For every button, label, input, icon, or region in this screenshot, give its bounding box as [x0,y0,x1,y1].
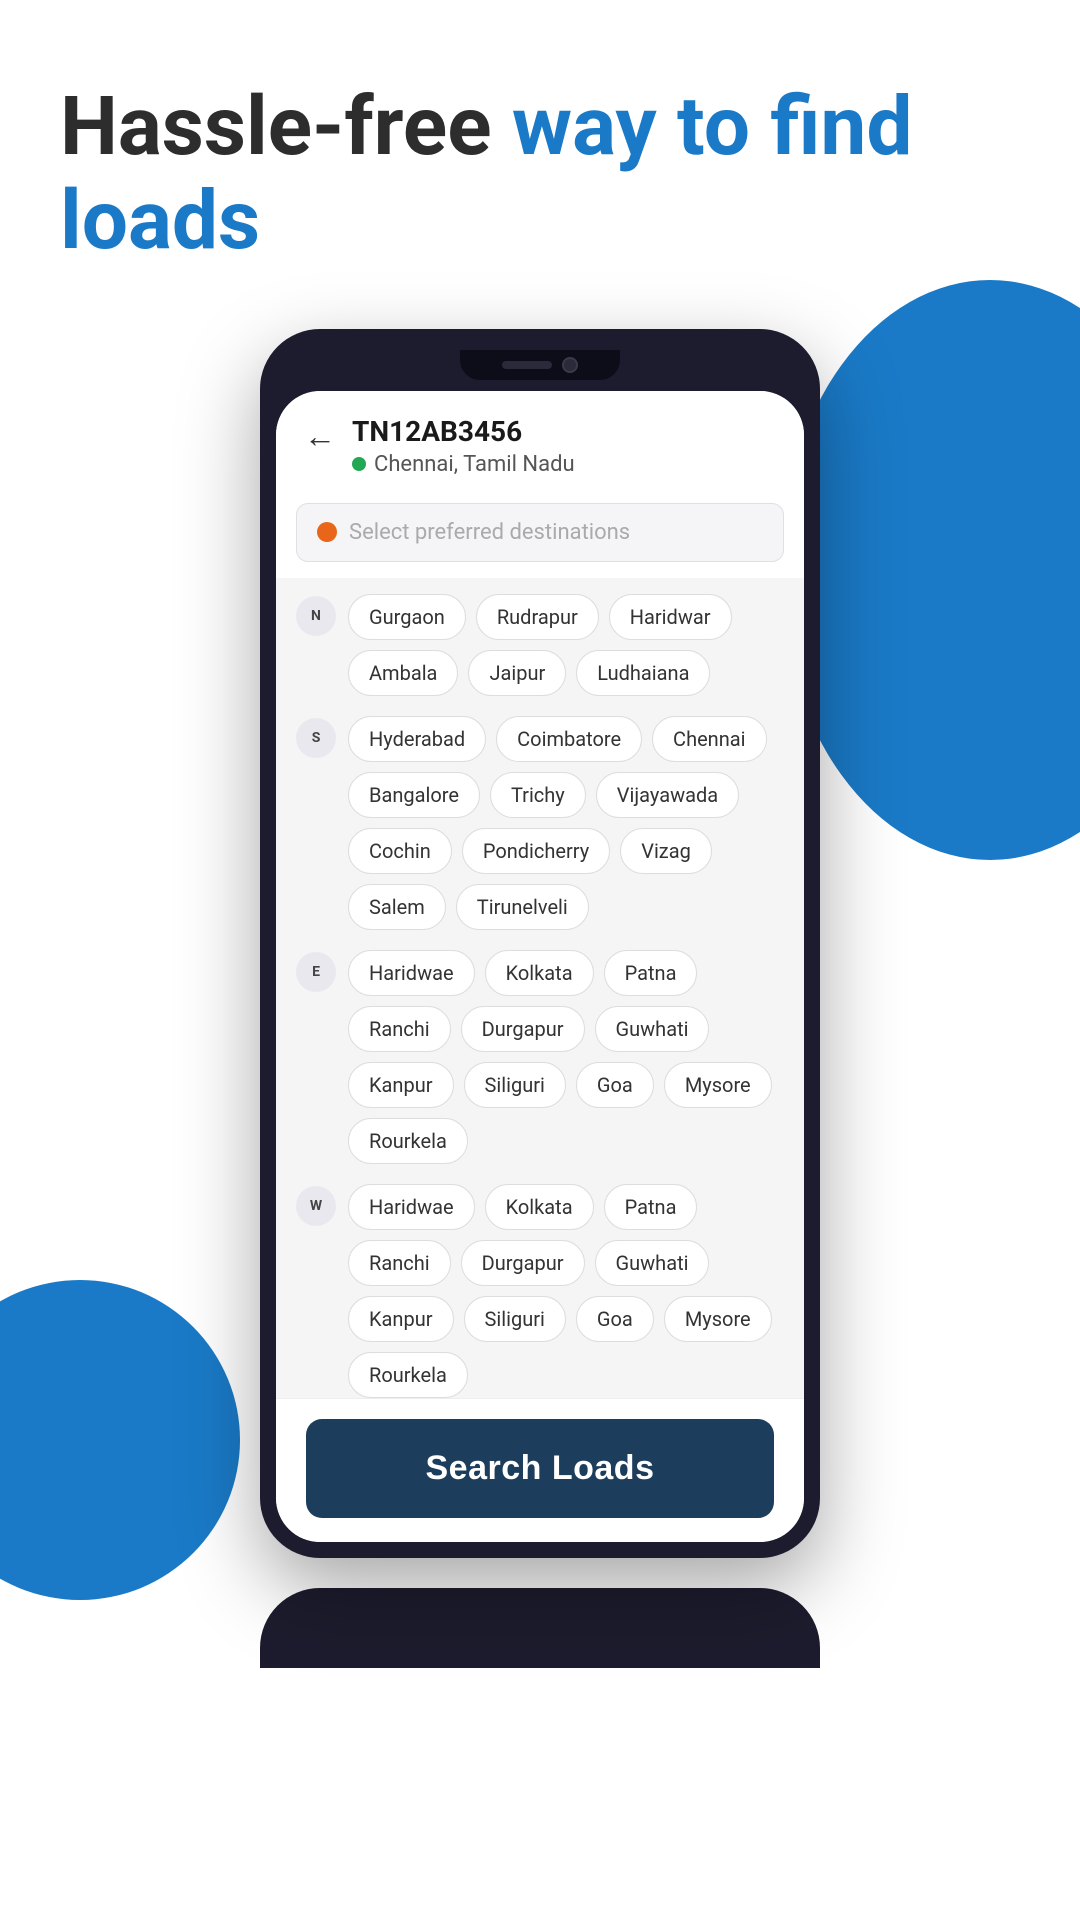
city-chip[interactable]: Pondicherry [462,828,610,874]
phone-notch [460,350,620,380]
hero-title-part1: Hassle-free [60,79,512,175]
city-chip[interactable]: Mysore [664,1062,772,1108]
direction-group-s: S HyderabadCoimbatoreChennai BangaloreTric… [296,716,784,930]
direction-row-n: N GurgaonRudrapurHaridwar AmbalaJaipurLudh… [296,594,784,696]
city-chip[interactable]: Siliguri [464,1062,566,1108]
city-chip[interactable]: Bangalore [348,772,480,818]
chips-container-s: HyderabadCoimbatoreChennai BangaloreTrich… [348,716,784,930]
direction-group-w: W HaridwaeKolkataPatna RanchiDurgapurGuwha… [296,1184,784,1398]
direction-row-w: W HaridwaeKolkataPatna RanchiDurgapurGuwha… [296,1184,784,1398]
city-chip[interactable]: Gurgaon [348,594,466,640]
notch-camera [562,357,578,373]
city-chip[interactable]: Ranchi [348,1240,451,1286]
direction-badge-w: W [296,1186,336,1226]
notch-speaker [502,361,552,369]
city-chip[interactable]: Patna [604,950,698,996]
bottom-bar: Search Loads [276,1398,804,1542]
destinations-list: N GurgaonRudrapurHaridwar AmbalaJaipurLudh… [276,578,804,1398]
vehicle-location: Chennai, Tamil Nadu [352,452,575,477]
direction-row-e: E HaridwaeKolkataPatna RanchiDurgapurGuwha… [296,950,784,1164]
location-dot [352,457,366,471]
city-chip[interactable]: Haridwae [348,950,475,996]
app-header: ← TN12AB3456 Chennai, Tamil Nadu [276,391,804,495]
city-chip[interactable]: Rourkela [348,1352,468,1398]
city-chip[interactable]: Patna [604,1184,698,1230]
chips-container-e: HaridwaeKolkataPatna RanchiDurgapurGuwhat… [348,950,784,1164]
city-chip[interactable]: Chennai [652,716,766,762]
direction-badge-n: N [296,596,336,636]
city-chip[interactable]: Rourkela [348,1118,468,1164]
city-chip[interactable]: Hyderabad [348,716,486,762]
direction-group-n: N GurgaonRudrapurHaridwar AmbalaJaipurLudh… [296,594,784,696]
city-chip[interactable]: Salem [348,884,446,930]
phone-container: ← TN12AB3456 Chennai, Tamil Nadu Select … [0,329,1080,1558]
city-chip[interactable]: Mysore [664,1296,772,1342]
search-bar-wrapper: Select preferred destinations [276,495,804,578]
search-bar[interactable]: Select preferred destinations [296,503,784,562]
direction-group-e: E HaridwaeKolkataPatna RanchiDurgapurGuwha… [296,950,784,1164]
city-chip[interactable]: Ludhaiana [576,650,710,696]
direction-badge-s: S [296,718,336,758]
city-chip[interactable]: Haridwar [609,594,732,640]
city-chip[interactable]: Durgapur [461,1240,585,1286]
hero-section: Hassle-free way to find loads [0,0,1080,309]
search-loads-button[interactable]: Search Loads [306,1419,774,1518]
phone-mockup: ← TN12AB3456 Chennai, Tamil Nadu Select … [260,329,820,1558]
city-chip[interactable]: Goa [576,1062,654,1108]
city-chip[interactable]: Kanpur [348,1296,454,1342]
phone-screen: ← TN12AB3456 Chennai, Tamil Nadu Select … [276,391,804,1542]
search-placeholder: Select preferred destinations [349,520,630,545]
city-chip[interactable]: Coimbatore [496,716,642,762]
back-button[interactable]: ← [304,417,336,455]
city-chip[interactable]: Jaipur [468,650,566,696]
second-phone-partial [260,1588,820,1668]
location-icon [317,522,337,542]
city-chip[interactable]: Kolkata [485,950,594,996]
city-chip[interactable]: Ranchi [348,1006,451,1052]
city-chip[interactable]: Kanpur [348,1062,454,1108]
location-text: Chennai, Tamil Nadu [374,452,575,477]
city-chip[interactable]: Tirunelveli [456,884,589,930]
city-chip[interactable]: Durgapur [461,1006,585,1052]
hero-title: Hassle-free way to find loads [60,80,1020,269]
chips-container-w: HaridwaeKolkataPatna RanchiDurgapurGuwhat… [348,1184,784,1398]
direction-row-s: S HyderabadCoimbatoreChennai BangaloreTric… [296,716,784,930]
chips-container-n: GurgaonRudrapurHaridwar AmbalaJaipurLudha… [348,594,784,696]
direction-badge-e: E [296,952,336,992]
city-chip[interactable]: Siliguri [464,1296,566,1342]
city-chip[interactable]: Trichy [490,772,586,818]
vehicle-id: TN12AB3456 [352,415,575,448]
city-chip[interactable]: Rudrapur [476,594,599,640]
city-chip[interactable]: Vizag [620,828,712,874]
city-chip[interactable]: Kolkata [485,1184,594,1230]
city-chip[interactable]: Vijayawada [596,772,739,818]
city-chip[interactable]: Cochin [348,828,452,874]
phone-notch-bar [276,345,804,385]
second-phone-hint [0,1588,1080,1668]
vehicle-info: TN12AB3456 Chennai, Tamil Nadu [352,415,575,477]
city-chip[interactable]: Goa [576,1296,654,1342]
city-chip[interactable]: Haridwae [348,1184,475,1230]
city-chip[interactable]: Guwhati [595,1006,710,1052]
city-chip[interactable]: Ambala [348,650,458,696]
city-chip[interactable]: Guwhati [595,1240,710,1286]
